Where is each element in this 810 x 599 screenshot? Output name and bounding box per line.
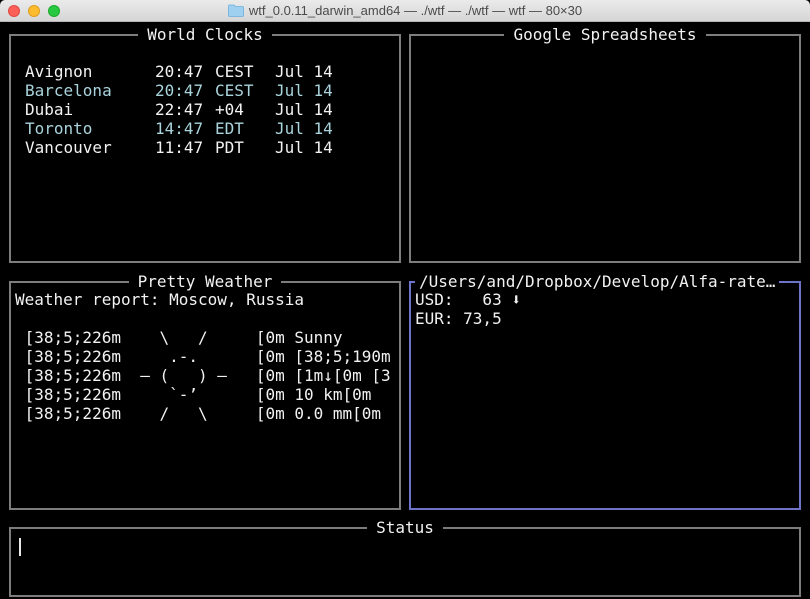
clock-city: Barcelona [25,81,112,100]
google-spreadsheets-panel[interactable]: Google Spreadsheets [409,25,801,263]
clock-city: Avignon [25,62,93,81]
clock-time: 14:47 [155,119,204,138]
clock-timezone: +04 [215,100,244,119]
clock-timezone: PDT [215,138,244,157]
clock-date: Jul 14 [275,119,333,138]
clock-time: 11:47 [155,138,204,157]
status-title: Status [367,518,443,537]
clock-timezone: CEST [215,81,254,100]
window-title-area: wtf_0.0.11_darwin_amd64 — ./wtf — ./wtf … [0,3,810,19]
google-spreadsheets-title: Google Spreadsheets [504,25,706,44]
status-panel[interactable]: Status [9,518,801,597]
weather-line: [38;5;226m / \ [0m 0.0 mm[0m [15,404,382,423]
pretty-weather-title: Pretty Weather [128,272,282,291]
clock-city: Vancouver [25,138,112,157]
title-bar[interactable]: wtf_0.0.11_darwin_amd64 — ./wtf — ./wtf … [0,0,810,22]
weather-line: [38;5;226m `-’ [0m 10 km[0m [15,385,372,404]
clock-time: 20:47 [155,81,204,100]
weather-line: [38;5;226m .-. [0m [38;5;190m [15,347,391,366]
terminal-content[interactable]: World Clocks Avignon 20:47 CEST Jul 14 B… [0,22,810,599]
weather-report-header: Weather report: Moscow, Russia [15,290,304,309]
clock-city: Dubai [25,100,74,119]
clock-time: 22:47 [155,100,204,119]
clock-date: Jul 14 [275,100,333,119]
text-cursor [19,538,21,556]
alfa-rate-title: /Users/and/Dropbox/Develop/Alfa-rate… [415,272,780,291]
weather-line: [38;5;226m ― ( ) ― [0m [1m↓[0m [3 [15,366,391,385]
weather-line: [38;5;226m \ / [0m Sunny [15,328,343,347]
world-clocks-title: World Clocks [138,25,272,44]
terminal-window: wtf_0.0.11_darwin_amd64 — ./wtf — ./wtf … [0,0,810,599]
clock-date: Jul 14 [275,81,333,100]
clock-timezone: EDT [215,119,244,138]
eur-rate-line: EUR: 73,5 [415,309,502,328]
clock-date: Jul 14 [275,138,333,157]
clock-timezone: CEST [215,62,254,81]
clock-city: Toronto [25,119,93,138]
clock-date: Jul 14 [275,62,333,81]
window-title: wtf_0.0.11_darwin_amd64 — ./wtf — ./wtf … [248,3,583,18]
folder-icon [227,4,244,17]
clock-time: 20:47 [155,62,204,81]
usd-rate-line: USD: 63 ⬇ [415,290,521,309]
